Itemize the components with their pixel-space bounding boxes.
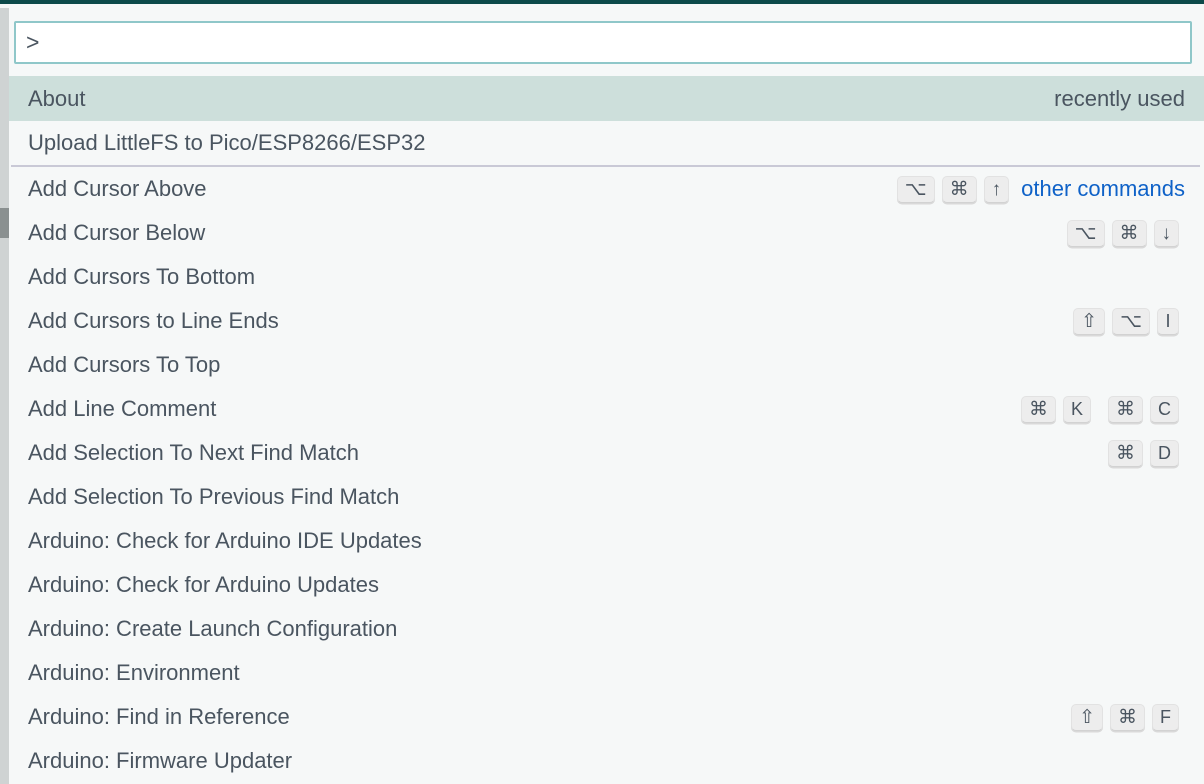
command-label: About	[28, 85, 86, 111]
key-cap: ⌘	[1111, 219, 1147, 247]
key-cap: ⌘	[1110, 703, 1145, 731]
key-cap: ⌘	[1108, 395, 1143, 423]
command-list-item[interactable]: Add Line Comment ⌘ K ⌘ C	[9, 387, 1204, 431]
command-list-item[interactable]: Add Cursor Above ⌥ ⌘ ↑ other commands	[9, 167, 1204, 211]
command-label: Upload LittleFS to Pico/ESP8266/ESP32	[28, 130, 426, 155]
key-cap: ⌘	[1020, 395, 1056, 423]
command-list-item[interactable]: Arduino: Firmware Updater	[9, 739, 1204, 783]
key-cap: D	[1150, 439, 1179, 467]
key-cap: C	[1150, 395, 1179, 423]
search-bar	[9, 8, 1204, 76]
command-list-item[interactable]: Arduino: Create Launch Configuration	[9, 607, 1204, 651]
key-cap: ⌥	[1112, 307, 1150, 335]
command-label: Add Cursors to Line Ends	[28, 308, 279, 333]
key-cap: ⌥	[1066, 219, 1105, 247]
command-list-item[interactable]: Add Selection To Previous Find Match	[9, 475, 1204, 519]
key-cap: ⌥	[896, 175, 935, 203]
command-label: Arduino: Firmware Updater	[28, 748, 293, 773]
command-list-item[interactable]: Arduino: Environment	[9, 651, 1204, 695]
keybinding-other-6: ⌘ D	[1108, 439, 1179, 467]
key-cap: ↓	[1153, 219, 1179, 247]
key-cap: I	[1157, 307, 1179, 335]
command-label: Add Selection To Next Find Match	[28, 440, 359, 465]
command-list-item[interactable]: Arduino: Check for Arduino Updates	[9, 563, 1204, 607]
key-group: ⌥ ⌘ ↑	[896, 175, 1010, 203]
command-list-item[interactable]: About recently used	[9, 76, 1204, 121]
keybinding-other-0: ⌥ ⌘ ↑	[896, 175, 1010, 203]
key-cap: ⌘	[941, 175, 977, 203]
other-commands-label[interactable]: other commands	[1021, 176, 1185, 202]
keybinding-other-12: ⇧ ⌘ F	[1071, 703, 1179, 731]
command-label: Add Cursors To Top	[28, 352, 221, 377]
command-list-item[interactable]: Add Cursors To Bottom	[9, 255, 1204, 299]
command-list-item[interactable]: Add Cursors To Top	[9, 343, 1204, 387]
command-list-item[interactable]: Arduino: Find in Reference ⇧ ⌘ F	[9, 695, 1204, 739]
command-list-item[interactable]: Add Cursor Below ⌥ ⌘ ↓	[9, 211, 1204, 255]
command-label: Arduino: Check for Arduino Updates	[28, 572, 379, 597]
keybinding-other-5: ⌘ K ⌘ C	[1020, 395, 1179, 423]
command-list-item[interactable]: Add Selection To Next Find Match ⌘ D	[9, 431, 1204, 475]
command-list-item[interactable]: Add Cursors to Line Ends ⇧ ⌥ I	[9, 299, 1204, 343]
command-label: Add Cursors To Bottom	[28, 264, 256, 289]
command-label: Arduino: Create Launch Configuration	[28, 616, 398, 641]
key-cap: F	[1152, 703, 1179, 731]
window-scrollbar[interactable]	[0, 8, 9, 784]
key-cap: ⌘	[1108, 439, 1143, 467]
keybinding-other-3: ⇧ ⌥ I	[1073, 307, 1179, 335]
command-list: About recently used Upload LittleFS to Pic…	[9, 76, 1204, 784]
command-label: Add Line Comment	[28, 396, 217, 421]
key-cap: ⇧	[1073, 307, 1106, 335]
command-label: Arduino: Environment	[28, 660, 240, 685]
key-cap: ⇧	[1071, 703, 1103, 731]
key-group: ⇧ ⌥ I	[1073, 307, 1179, 335]
key-cap: K	[1062, 395, 1091, 423]
key-cap: ↑	[983, 175, 1010, 203]
command-list-item[interactable]: Arduino: Check for Arduino IDE Updates	[9, 519, 1204, 563]
command-label: Arduino: Check for Arduino IDE Updates	[28, 528, 422, 553]
command-label: Add Cursor Below	[28, 220, 206, 245]
key-group: ⇧ ⌘ F	[1071, 703, 1179, 731]
command-palette: About recently used Upload LittleFS to Pic…	[0, 0, 1204, 784]
recently-used-label: recently used	[1054, 85, 1185, 111]
key-group: ⌘ D	[1108, 439, 1179, 467]
keybinding-other-1: ⌥ ⌘ ↓	[1066, 219, 1179, 247]
key-group: ⌘ K	[1020, 395, 1091, 423]
command-list-item[interactable]: Upload LittleFS to Pico/ESP8266/ESP32	[9, 121, 1204, 165]
key-group: ⌘ C	[1108, 395, 1179, 423]
command-label: Add Cursor Above	[28, 176, 207, 201]
search-input[interactable]	[26, 29, 1180, 56]
key-group: ⌥ ⌘ ↓	[1066, 219, 1179, 247]
window-scrollbar-thumb[interactable]	[0, 208, 9, 238]
search-box[interactable]	[14, 21, 1192, 64]
command-label: Add Selection To Previous Find Match	[28, 484, 400, 509]
command-label: Arduino: Find in Reference	[28, 704, 290, 729]
